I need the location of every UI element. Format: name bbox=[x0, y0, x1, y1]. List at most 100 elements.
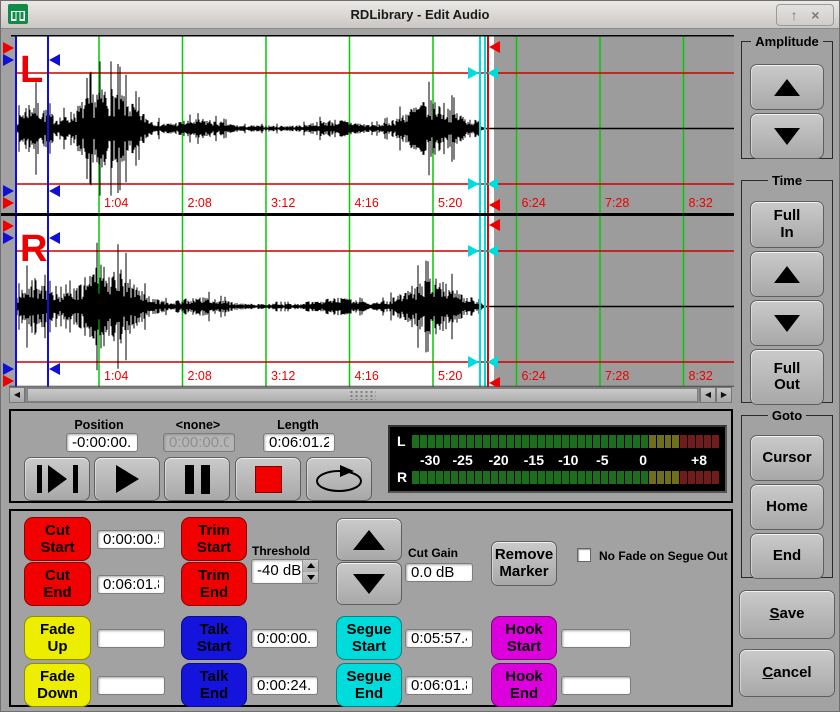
pause-button[interactable] bbox=[164, 457, 230, 501]
gain-up-button[interactable] bbox=[336, 518, 402, 561]
fade-up-button[interactable]: FadeUp bbox=[24, 616, 91, 660]
threshold-label: Threshold bbox=[252, 544, 310, 558]
title-bar[interactable]: RDLibrary - Edit Audio ↑ × bbox=[1, 1, 839, 29]
meter-segment bbox=[586, 471, 593, 484]
play-icon bbox=[116, 465, 139, 493]
hook-end-field[interactable] bbox=[561, 676, 631, 695]
trim-end-button[interactable]: TrimEnd bbox=[181, 562, 247, 606]
trim-start-button[interactable]: TrimStart bbox=[181, 517, 247, 561]
meter-segment bbox=[696, 435, 703, 448]
meter-segment bbox=[491, 435, 498, 448]
hook-end-button[interactable]: HookEnd bbox=[491, 663, 557, 707]
channel-label: L bbox=[20, 49, 43, 91]
segue-start-field[interactable] bbox=[405, 629, 473, 648]
shade-window-icon[interactable]: ↑ bbox=[791, 8, 798, 22]
save-button[interactable]: Save bbox=[739, 590, 835, 639]
meter-segment bbox=[428, 435, 435, 448]
cut-start-field[interactable] bbox=[97, 530, 165, 549]
fade-down-field[interactable] bbox=[97, 676, 165, 695]
talk-start-marker[interactable] bbox=[3, 54, 14, 66]
meter-segment bbox=[467, 435, 474, 448]
amplitude-down-button[interactable] bbox=[750, 113, 824, 159]
meter-segment bbox=[562, 435, 569, 448]
cut-start-button[interactable]: CutStart bbox=[24, 517, 91, 561]
time-zoom-in-button[interactable] bbox=[750, 251, 824, 297]
scroll-back-button[interactable]: ◀ bbox=[700, 387, 716, 403]
amplitude-up-button[interactable] bbox=[750, 64, 824, 110]
meter-left-label: L bbox=[397, 435, 411, 448]
meter-segment bbox=[688, 471, 695, 484]
meter-segment bbox=[412, 471, 419, 484]
segue-end-field[interactable] bbox=[405, 676, 473, 695]
hook-start-button[interactable]: HookStart bbox=[491, 616, 557, 660]
time-tick-label: 3:12 bbox=[271, 369, 295, 383]
hook-start-field[interactable] bbox=[561, 629, 631, 648]
meter-segment bbox=[467, 471, 474, 484]
meter-segment bbox=[428, 471, 435, 484]
scroll-forward-button[interactable]: ▶ bbox=[716, 387, 732, 403]
play-button[interactable] bbox=[94, 457, 160, 501]
scrollbar-grip bbox=[349, 390, 376, 400]
stop-button[interactable] bbox=[235, 457, 301, 501]
talk-start-marker[interactable] bbox=[3, 232, 14, 244]
meter-segment bbox=[586, 435, 593, 448]
no-fade-checkbox[interactable] bbox=[577, 548, 591, 562]
close-icon[interactable]: × bbox=[811, 8, 819, 22]
waveform-right-channel[interactable]: R1:042:083:124:165:206:247:288:32 bbox=[1, 216, 734, 387]
talk-start-marker[interactable] bbox=[3, 185, 14, 197]
cancel-button[interactable]: Cancel bbox=[739, 649, 835, 697]
cut-start-marker[interactable] bbox=[3, 375, 14, 387]
time-tick-label: 5:20 bbox=[438, 369, 462, 383]
loop-button[interactable] bbox=[306, 457, 372, 501]
position-field[interactable] bbox=[66, 433, 138, 452]
goto-home-button[interactable]: Home bbox=[750, 484, 824, 530]
cut-start-marker[interactable] bbox=[3, 220, 14, 232]
meter-left-bar bbox=[412, 435, 719, 448]
gain-down-button[interactable] bbox=[336, 562, 402, 605]
waveform-scrollbar[interactable]: ◀ ◀ ▶ bbox=[9, 387, 732, 403]
waveform-left-channel[interactable]: L1:042:083:124:165:206:247:288:32 bbox=[1, 35, 734, 213]
talk-start-marker[interactable] bbox=[3, 363, 14, 375]
threshold-value[interactable]: -40 dB bbox=[252, 560, 302, 583]
meter-segment bbox=[475, 435, 482, 448]
threshold-spinbox[interactable]: -40 dB bbox=[251, 559, 319, 584]
remove-marker-button[interactable]: RemoveMarker bbox=[491, 541, 557, 586]
fade-down-button[interactable]: FadeDown bbox=[24, 663, 91, 707]
meter-segment bbox=[601, 471, 608, 484]
time-tick-label: 6:24 bbox=[522, 196, 546, 210]
scroll-left-button[interactable]: ◀ bbox=[9, 387, 25, 403]
cut-end-button[interactable]: CutEnd bbox=[24, 562, 91, 606]
time-zoom-out-button[interactable] bbox=[750, 300, 824, 346]
talk-start-field[interactable] bbox=[251, 629, 318, 648]
meter-segment bbox=[483, 471, 490, 484]
talk-start-button[interactable]: TalkStart bbox=[181, 616, 247, 660]
spin-up-icon[interactable] bbox=[303, 560, 318, 572]
fade-up-field[interactable] bbox=[97, 629, 165, 648]
cut-start-marker[interactable] bbox=[3, 42, 14, 54]
meter-segment bbox=[665, 471, 672, 484]
scrollbar-thumb[interactable] bbox=[27, 388, 698, 402]
meter-segment bbox=[680, 471, 687, 484]
meter-scale-label: +8 bbox=[691, 452, 707, 468]
segue-start-button[interactable]: SegueStart bbox=[336, 616, 402, 660]
talk-end-button[interactable]: TalkEnd bbox=[181, 663, 247, 707]
play-from-cursor-button[interactable] bbox=[24, 457, 90, 501]
length-field[interactable] bbox=[263, 433, 335, 452]
window-controls: ↑ × bbox=[776, 4, 834, 26]
meter-segment bbox=[451, 435, 458, 448]
cut-start-marker[interactable] bbox=[3, 197, 14, 209]
segue-end-button[interactable]: SegueEnd bbox=[336, 663, 402, 707]
spin-down-icon[interactable] bbox=[303, 572, 318, 584]
scrollbar-track[interactable] bbox=[25, 387, 700, 403]
talk-end-field[interactable] bbox=[251, 676, 318, 695]
threshold-spin-arrows bbox=[302, 560, 318, 583]
goto-end-button[interactable]: End bbox=[750, 533, 824, 579]
cut-end-field[interactable] bbox=[97, 575, 165, 594]
time-tick-label: 4:16 bbox=[355, 369, 379, 383]
time-full-in-button[interactable]: FullIn bbox=[750, 201, 824, 248]
time-full-out-button[interactable]: FullOut bbox=[750, 349, 824, 405]
cut-gain-field[interactable] bbox=[405, 563, 473, 582]
meter-segment bbox=[483, 435, 490, 448]
meter-segment bbox=[499, 471, 506, 484]
goto-cursor-button[interactable]: Cursor bbox=[750, 435, 824, 481]
